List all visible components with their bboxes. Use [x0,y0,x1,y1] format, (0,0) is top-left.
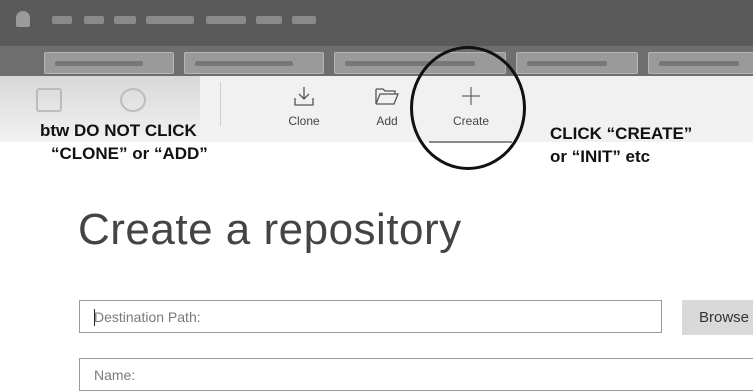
add-button[interactable]: Add [357,84,417,140]
text-cursor [94,309,95,326]
menu-item-blurred[interactable] [114,16,136,24]
annotation-warning-line1: btw DO NOT CLICK [40,121,197,140]
name-field[interactable] [79,358,753,391]
name-input[interactable] [80,359,753,390]
app-logo-icon [16,11,30,27]
annotation-warning-line2: “CLONE” or “ADD” [51,144,208,163]
menu-item-blurred[interactable] [84,16,104,24]
app-menubar [0,0,753,46]
menu-item-blurred[interactable] [146,16,194,24]
menu-item-blurred[interactable] [206,16,246,24]
clone-button[interactable]: Clone [274,84,334,140]
annotation-instruction-line1: CLICK “CREATE” [550,124,693,143]
destination-path-field[interactable] [79,300,662,333]
page-title: Create a repository [78,205,462,254]
menu-item-blurred[interactable] [52,16,72,24]
repo-tab-blurred[interactable] [516,52,638,74]
clone-label: Clone [288,114,320,128]
download-icon [294,87,314,106]
add-label: Add [376,114,398,128]
repository-tabstrip [0,46,753,76]
browse-button[interactable]: Browse [682,300,753,335]
highlight-circle [410,46,526,170]
annotation-instruction-line2: or “INIT” etc [550,147,651,166]
destination-path-input[interactable] [80,301,661,332]
globe-icon[interactable] [120,88,146,112]
repo-tab-blurred[interactable] [44,52,174,74]
toolbar-divider [220,82,221,126]
folder-open-icon [375,88,399,105]
menu-item-blurred[interactable] [292,16,316,24]
monitor-icon[interactable] [36,88,62,112]
menu-item-blurred[interactable] [256,16,282,24]
repo-tab-blurred[interactable] [648,52,753,74]
repo-tab-blurred[interactable] [184,52,324,74]
